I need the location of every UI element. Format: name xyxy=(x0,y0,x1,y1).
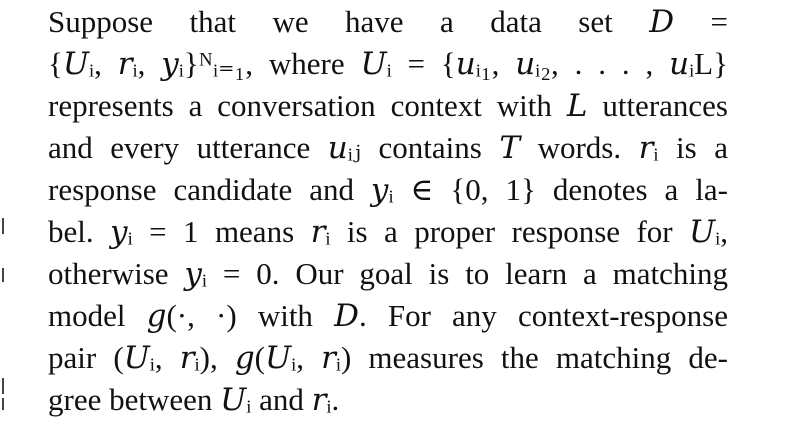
paragraph-line: pair (𝑈ᵢ, 𝑟ᵢ), 𝑔(𝑈ᵢ, 𝑟ᵢ) measures the ma… xyxy=(48,340,728,375)
paragraph-line: Suppose that we have a data set 𝐷 = xyxy=(48,4,728,39)
paragraph-line: otherwise 𝑦ᵢ = 0. Our goal is to learn a… xyxy=(48,256,728,291)
paragraph-line: response candidate and 𝑦ᵢ ∈ {0, 1} denot… xyxy=(48,172,728,207)
paragraph-line: model 𝑔(·, ·) with 𝐷. For any context-re… xyxy=(48,298,728,333)
margin-mark xyxy=(2,398,4,410)
margin-mark xyxy=(2,378,4,394)
paragraph-line: gree between 𝑈ᵢ and 𝑟ᵢ. xyxy=(48,382,340,417)
paragraph-line: {𝑈ᵢ, 𝑟ᵢ, 𝑦ᵢ}ᴺᵢ₌₁, where 𝑈ᵢ = {𝑢ᵢ₁, 𝑢ᵢ₂, … xyxy=(48,46,728,81)
paragraph-line: represents a conversation context with 𝐿… xyxy=(48,88,728,123)
paper-page: Suppose that we have a data set 𝐷 = {𝑈ᵢ,… xyxy=(0,0,785,432)
paragraph-line: bel. 𝑦ᵢ = 1 means 𝑟ᵢ is a proper respons… xyxy=(48,214,728,249)
margin-mark xyxy=(2,268,4,282)
margin-mark xyxy=(2,218,4,234)
paragraph-line: and every utterance 𝑢ᵢⱼ contains 𝑇 words… xyxy=(48,130,728,165)
